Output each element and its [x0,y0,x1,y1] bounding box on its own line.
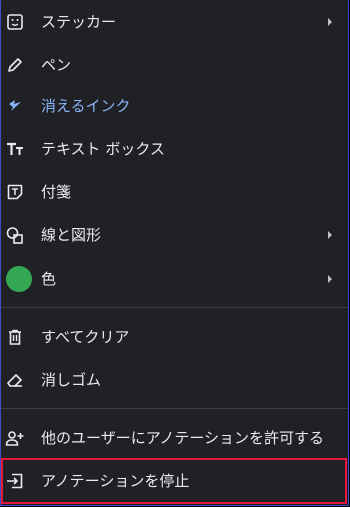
menu-item-pen[interactable]: ペン [1,43,348,86]
color-swatch-icon [6,265,32,292]
annotation-menu: ステッカー ペン 消えるインク テキスト ボックス 付箋 線と図形 色 すべてク… [0,0,349,506]
menu-item-allow-others[interactable]: 他のユーザーにアノテーションを許可する [1,416,348,459]
chevron-right-icon [328,230,332,239]
chevron-right-icon [328,274,332,283]
menu-item-sticky-note[interactable]: 付箋 [1,170,348,213]
menu-item-label: テキスト ボックス [41,140,165,158]
menu-item-label: 付箋 [41,183,72,201]
menu-item-clear-all[interactable]: すべてクリア [1,315,348,358]
menu-item-label: 消えるインク [41,97,131,115]
menu-item-stop-annotation[interactable]: アノテーションを停止 [1,459,348,502]
menu-item-label: 消しゴム [41,371,102,389]
sticker-icon [5,12,25,32]
menu-item-label: 線と図形 [41,226,102,244]
menu-item-text-box[interactable]: テキスト ボックス [1,127,348,170]
menu-item-lines-shapes[interactable]: 線と図形 [1,213,348,256]
menu-item-label: アノテーションを停止 [41,472,190,490]
chevron-right-icon [328,17,332,26]
text-box-icon [5,139,25,159]
trash-icon [5,327,25,347]
menu-item-label: 他のユーザーにアノテーションを許可する [41,429,325,447]
menu-item-color[interactable]: 色 [1,257,348,300]
disappearing-ink-icon [5,96,25,116]
menu-item-label: 色 [41,270,57,288]
add-person-icon [5,428,25,448]
eraser-icon [5,370,25,390]
menu-item-sticker[interactable]: ステッカー [1,0,348,43]
pen-icon [5,55,25,75]
menu-item-label: ペン [41,56,72,74]
menu-item-label: すべてクリア [41,328,130,346]
divider [1,307,348,308]
menu-item-eraser[interactable]: 消しゴム [1,358,348,401]
shapes-icon [5,225,25,245]
exit-icon [5,471,25,491]
sticky-note-icon [5,182,25,202]
menu-item-disappearing-ink[interactable]: 消えるインク [1,84,348,127]
menu-item-label: ステッカー [41,13,117,31]
divider [1,408,348,409]
